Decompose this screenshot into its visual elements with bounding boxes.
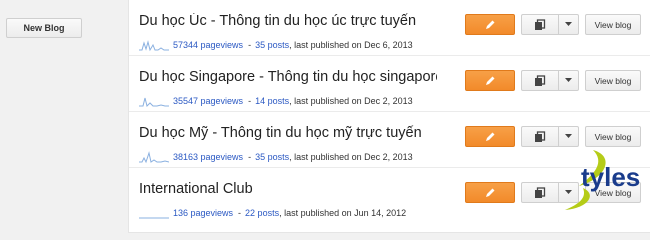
blog-stats: 57344 pageviews - 35 posts , last publis… (139, 38, 413, 52)
posts-link[interactable]: 35 posts (255, 152, 289, 162)
pageviews-sparkline (139, 97, 169, 107)
view-blog-button[interactable]: View blog (585, 14, 641, 35)
blog-title[interactable]: International Club (139, 181, 437, 197)
caret-down-icon (565, 134, 572, 138)
posts-dropdown[interactable] (559, 71, 578, 90)
caret-down-icon (565, 22, 572, 26)
tyles-watermark-logo: tyles (565, 150, 640, 210)
pageviews-sparkline (139, 151, 169, 164)
last-published-text: , last published on Dec 6, 2013 (289, 40, 413, 50)
last-published-text: , last published on Jun 14, 2012 (279, 208, 407, 218)
posts-main[interactable] (522, 71, 559, 90)
blog-stats: 136 pageviews - 22 posts , last publishe… (139, 206, 406, 220)
copy-icon (535, 130, 546, 142)
pencil-icon (486, 20, 495, 29)
new-blog-button[interactable]: New Blog (6, 18, 82, 38)
pageviews-link[interactable]: 38163 pageviews (173, 152, 243, 162)
pencil-icon (486, 188, 495, 197)
blog-row: Du học Úc - Thông tin du học úc trực tuy… (129, 0, 650, 56)
posts-link[interactable]: 14 posts (255, 96, 289, 106)
posts-main[interactable] (522, 127, 559, 146)
last-published-text: , last published on Dec 2, 2013 (289, 152, 413, 162)
pageviews-link[interactable]: 35547 pageviews (173, 96, 243, 106)
copy-icon (535, 74, 546, 86)
copy-icon (535, 18, 546, 30)
caret-down-icon (565, 78, 572, 82)
pageviews-sparkline (139, 40, 169, 52)
posts-link[interactable]: 35 posts (255, 40, 289, 50)
pencil-icon (486, 132, 495, 141)
pageviews-link[interactable]: 136 pageviews (173, 208, 233, 218)
blog-title[interactable]: Du học Úc - Thông tin du học úc trực tuy… (139, 13, 437, 29)
pageviews-sparkline (139, 217, 169, 219)
pencil-icon (486, 76, 495, 85)
posts-button[interactable] (521, 70, 579, 91)
edit-button[interactable] (465, 70, 515, 91)
blog-title[interactable]: Du học Mỹ - Thông tin du học mỹ trực tuy… (139, 125, 437, 141)
view-blog-button[interactable]: View blog (585, 126, 641, 147)
watermark-text: tyles (581, 162, 640, 192)
posts-button[interactable] (521, 126, 579, 147)
posts-button[interactable] (521, 14, 579, 35)
edit-button[interactable] (465, 126, 515, 147)
edit-button[interactable] (465, 182, 515, 203)
blog-stats: 38163 pageviews - 35 posts , last publis… (139, 150, 413, 164)
blog-row: Du học Singapore - Thông tin du học sing… (129, 56, 650, 112)
pageviews-link[interactable]: 57344 pageviews (173, 40, 243, 50)
posts-dropdown[interactable] (559, 127, 578, 146)
edit-button[interactable] (465, 14, 515, 35)
blog-title[interactable]: Du học Singapore - Thông tin du học sing… (139, 69, 437, 85)
blog-stats: 35547 pageviews - 14 posts , last publis… (139, 94, 413, 108)
posts-dropdown[interactable] (559, 15, 578, 34)
view-blog-button[interactable]: View blog (585, 70, 641, 91)
last-published-text: , last published on Dec 2, 2013 (289, 96, 413, 106)
posts-link[interactable]: 22 posts (245, 208, 279, 218)
posts-main[interactable] (522, 15, 559, 34)
